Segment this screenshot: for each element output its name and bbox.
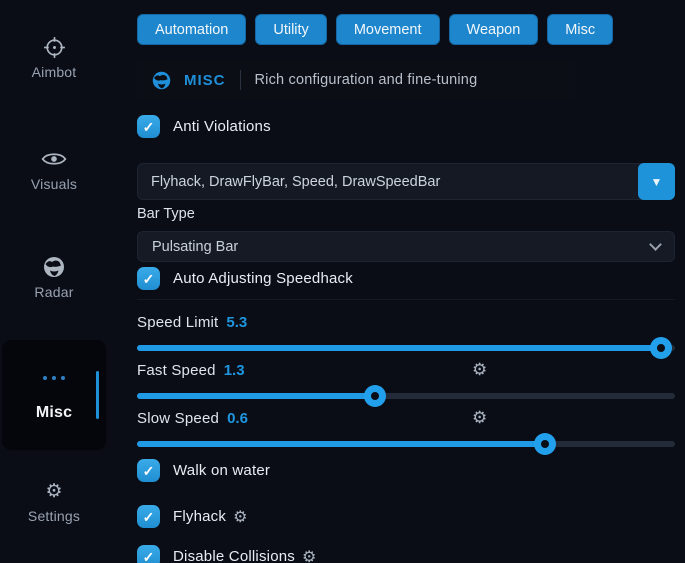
check-icon: ✓ xyxy=(143,550,155,563)
speed-limit-label-row: Speed Limit 5.3 xyxy=(137,314,675,331)
fast-speed-label-row: Fast Speed 1.3 ⚙ xyxy=(137,362,675,379)
dropdown-arrow-icon: ▼ xyxy=(651,175,663,189)
slider-track[interactable] xyxy=(137,441,675,447)
sidebar-item-label: Aimbot xyxy=(0,64,108,80)
chevron-down-icon xyxy=(649,238,662,251)
slider-value: 1.3 xyxy=(224,362,245,379)
sidebar-item-label: Settings xyxy=(0,508,108,524)
page-subtitle: Rich configuration and fine-tuning xyxy=(255,72,478,88)
multiselect-value: Flyhack, DrawFlyBar, Speed, DrawSpeedBar xyxy=(138,174,639,190)
multiselect-dropdown-button[interactable]: ▼ xyxy=(638,163,675,200)
sidebar-item-misc[interactable]: Misc xyxy=(2,340,106,450)
sidebar-item-visuals[interactable]: Visuals xyxy=(0,146,108,192)
gear-icon[interactable]: ⚙ xyxy=(302,547,316,563)
auto-adjusting-checkbox[interactable]: ✓ xyxy=(137,267,160,290)
check-icon: ✓ xyxy=(143,120,155,134)
slider-track[interactable] xyxy=(137,393,675,399)
tab-automation[interactable]: Automation xyxy=(137,14,246,45)
tab-misc[interactable]: Misc xyxy=(547,14,613,45)
slider-value: 0.6 xyxy=(227,410,248,427)
slider-track[interactable] xyxy=(137,345,675,351)
gear-icon[interactable]: ⚙ xyxy=(472,360,487,380)
globe-icon xyxy=(0,254,108,280)
slider-fill xyxy=(137,441,545,447)
walk-on-water-checkbox[interactable]: ✓ xyxy=(137,459,160,482)
flyhack-checkbox[interactable]: ✓ xyxy=(137,505,160,528)
gear-icon[interactable]: ⚙ xyxy=(472,408,487,428)
checkbox-label: Auto Adjusting Speedhack xyxy=(173,270,353,287)
tab-weapon[interactable]: Weapon xyxy=(449,14,539,45)
slow-speed-slider[interactable] xyxy=(137,433,675,455)
bar-multiselect[interactable]: Flyhack, DrawFlyBar, Speed, DrawSpeedBar… xyxy=(137,163,675,200)
gear-icon: ⚙ xyxy=(0,478,108,504)
section-header: MISC Rich configuration and fine-tuning xyxy=(137,60,575,100)
sidebar-item-label: Visuals xyxy=(0,176,108,192)
checkbox-label: Flyhack xyxy=(173,508,226,525)
checkbox-row-auto-adjusting: ✓ Auto Adjusting Speedhack xyxy=(137,267,675,290)
sidebar-item-settings[interactable]: ⚙ Settings xyxy=(0,478,108,524)
slider-fill xyxy=(137,345,661,351)
divider xyxy=(137,299,675,300)
speed-limit-slider[interactable] xyxy=(137,337,675,359)
slider-handle[interactable] xyxy=(364,385,386,407)
eye-icon xyxy=(0,146,108,172)
fast-speed-slider[interactable] xyxy=(137,385,675,407)
check-icon: ✓ xyxy=(143,272,155,286)
tab-bar: Automation Utility Movement Weapon Misc xyxy=(137,14,675,45)
tab-utility[interactable]: Utility xyxy=(255,14,326,45)
slider-handle[interactable] xyxy=(650,337,672,359)
gear-icon[interactable]: ⚙ xyxy=(233,507,247,527)
sidebar-item-label: Radar xyxy=(0,284,108,300)
select-value: Pulsating Bar xyxy=(152,239,651,255)
crosshair-icon xyxy=(0,34,108,60)
slider-handle[interactable] xyxy=(534,433,556,455)
anti-violations-checkbox[interactable]: ✓ xyxy=(137,115,160,138)
sidebar-item-aimbot[interactable]: Aimbot xyxy=(0,34,108,80)
slider-fill xyxy=(137,393,375,399)
sidebar-item-radar[interactable]: Radar xyxy=(0,254,108,300)
sidebar: Aimbot Visuals Radar Misc ⚙ Settings xyxy=(0,0,130,563)
slider-label: Fast Speed xyxy=(137,362,216,379)
active-indicator xyxy=(96,371,99,419)
divider xyxy=(240,70,241,90)
checkbox-label: Anti Violations xyxy=(173,118,271,135)
checkbox-row-disable-collisions: ✓ Disable Collisions ⚙ xyxy=(137,545,675,563)
check-icon: ✓ xyxy=(143,510,155,524)
disable-collisions-checkbox[interactable]: ✓ xyxy=(137,545,160,563)
slider-label: Slow Speed xyxy=(137,410,219,427)
checkbox-row-walk-on-water: ✓ Walk on water xyxy=(137,459,675,482)
bar-type-label: Bar Type xyxy=(137,206,675,222)
sidebar-item-label: Misc xyxy=(2,404,106,422)
check-icon: ✓ xyxy=(143,464,155,478)
checkbox-label: Disable Collisions xyxy=(173,548,295,563)
globe-icon xyxy=(151,70,172,91)
checkbox-row-anti-violations: ✓ Anti Violations xyxy=(137,115,675,138)
checkbox-label: Walk on water xyxy=(173,462,270,479)
checkbox-row-flyhack: ✓ Flyhack ⚙ xyxy=(137,505,675,528)
slider-value: 5.3 xyxy=(226,314,247,331)
slider-label: Speed Limit xyxy=(137,314,218,331)
slow-speed-label-row: Slow Speed 0.6 ⚙ xyxy=(137,410,675,427)
tab-movement[interactable]: Movement xyxy=(336,14,440,45)
bar-type-select[interactable]: Pulsating Bar xyxy=(137,231,675,262)
page-title: MISC xyxy=(184,72,226,89)
dots-icon xyxy=(2,376,106,380)
main-content: Automation Utility Movement Weapon Misc … xyxy=(137,0,675,563)
